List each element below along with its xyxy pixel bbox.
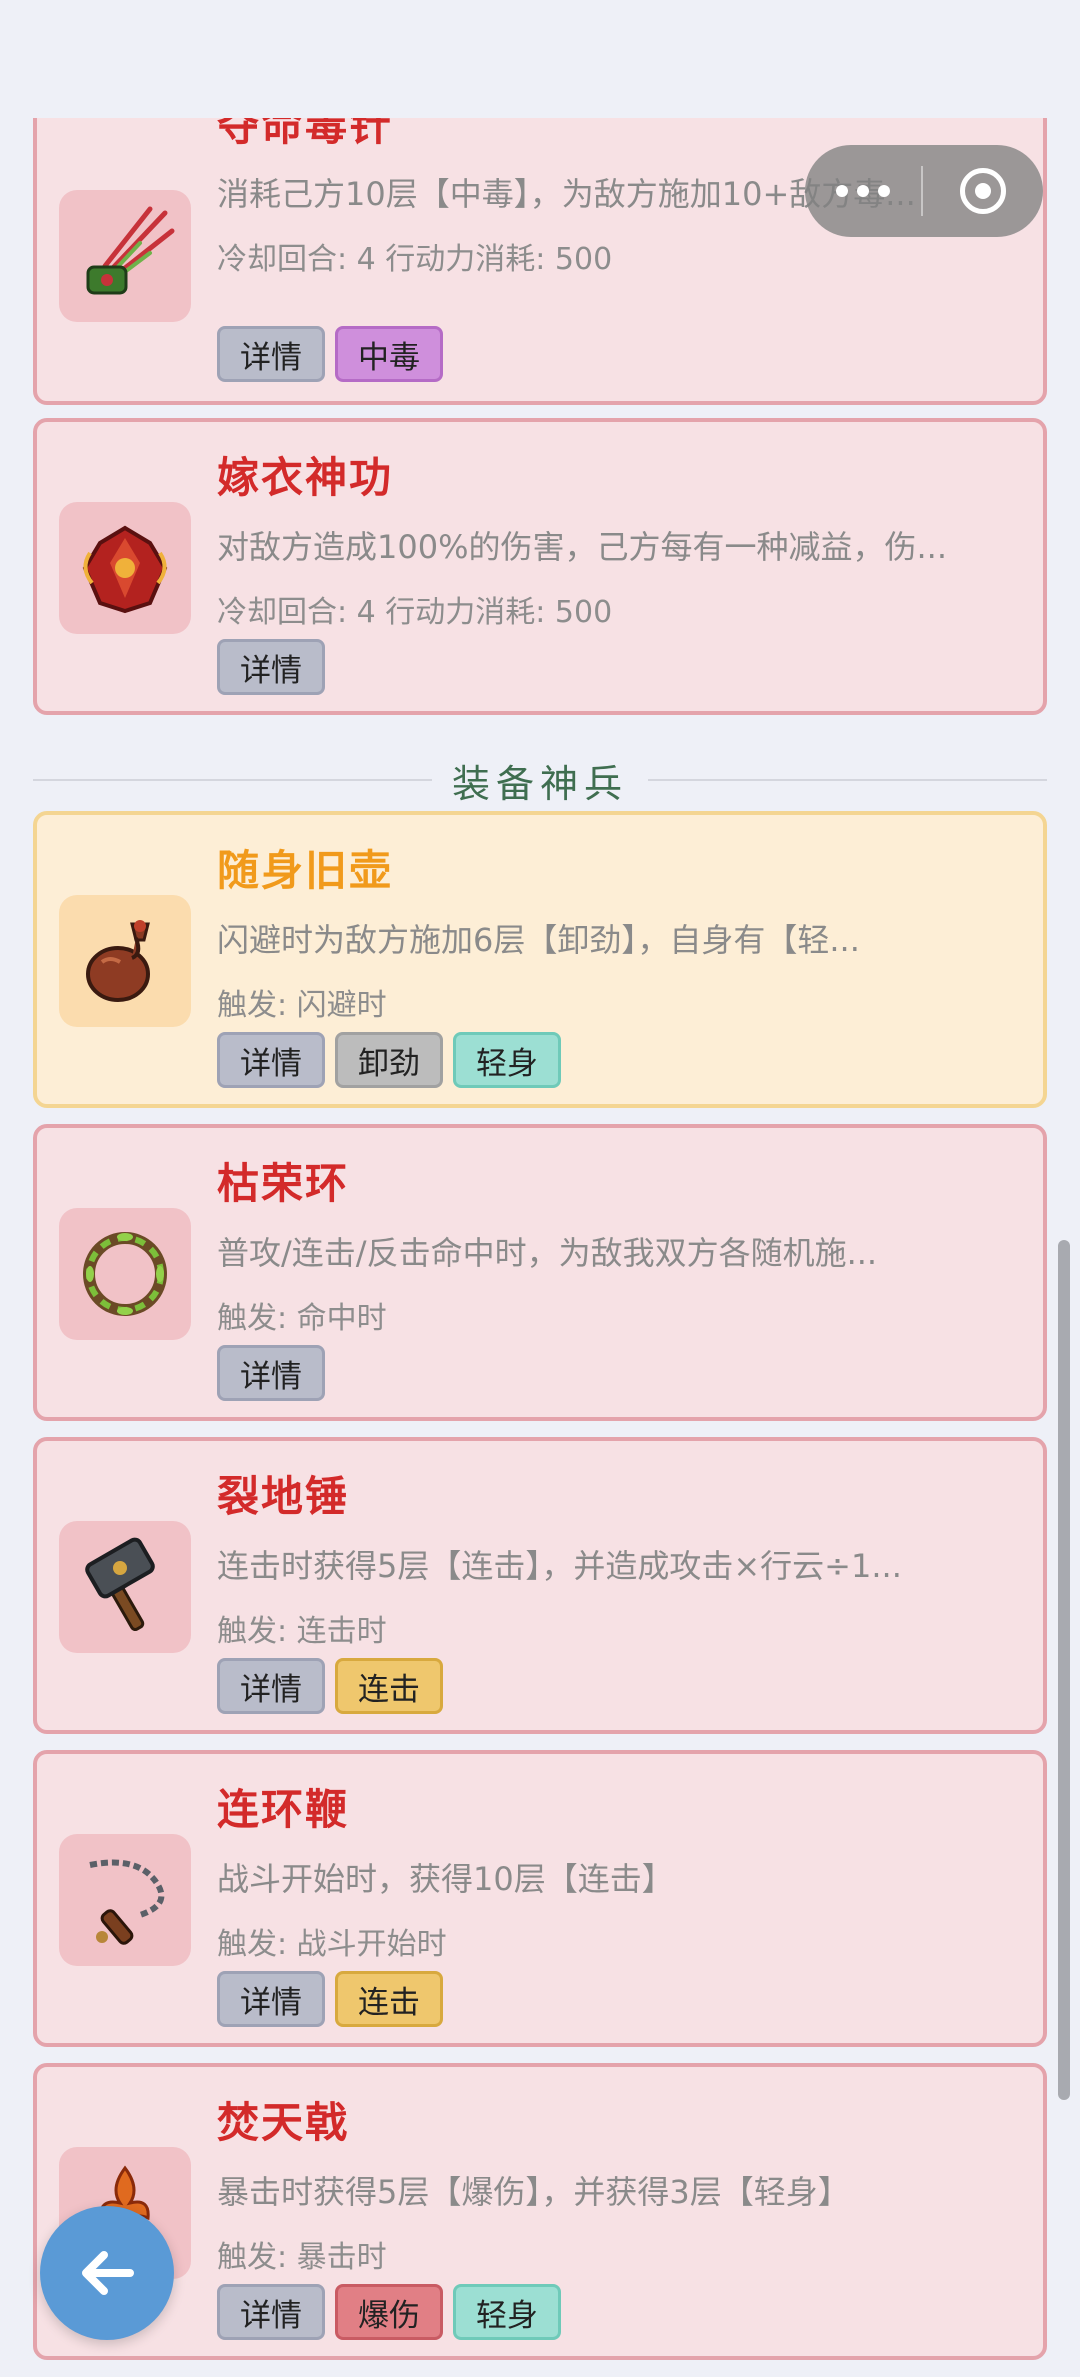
tag-list: 详情 [217,639,325,695]
tag-list: 详情 卸劲 轻身 [217,1032,561,1088]
detail-button[interactable]: 详情 [217,1971,325,2027]
card-title: 嫁衣神功 [217,453,394,502]
red-robe-icon [59,502,191,634]
arrow-left-icon [82,2251,134,2295]
skill-card[interactable]: 夺命毒针 消耗己方10层【中毒】，为敌方施加10+敌方毒... 冷却回合: 4 … [33,80,1047,405]
tag-list: 详情 爆伤 轻身 [217,2284,561,2340]
tag-disarm[interactable]: 卸劲 [335,1032,443,1088]
equipment-card[interactable]: 连环鞭 战斗开始时，获得10层【连击】 触发: 战斗开始时 详情 连击 [33,1750,1047,2047]
card-description: 连击时获得5层【连击】，并造成攻击×行云÷1... [217,1547,902,1585]
close-button[interactable] [923,168,1043,214]
tag-light-body[interactable]: 轻身 [453,2284,561,2340]
tag-list: 详情 [217,1345,325,1401]
scrollbar[interactable] [1058,1240,1070,2100]
card-description: 战斗开始时，获得10层【连击】 [217,1860,674,1898]
tag-combo[interactable]: 连击 [335,1971,443,2027]
detail-button[interactable]: 详情 [217,1658,325,1714]
card-title: 随身旧壶 [217,846,394,895]
wreath-ring-icon [59,1208,191,1340]
equipment-card[interactable]: 焚天戟 暴击时获得5层【爆伤】，并获得3层【轻身】 触发: 暴击时 详情 爆伤 … [33,2063,1047,2360]
card-title: 裂地锤 [217,1472,350,1521]
tag-crit-damage[interactable]: 爆伤 [335,2284,443,2340]
card-meta: 触发: 战斗开始时 [217,1927,447,1962]
tag-list: 详情 连击 [217,1971,443,2027]
detail-button[interactable]: 详情 [217,639,325,695]
page: 夺命毒针 消耗己方10层【中毒】，为敌方施加10+敌方毒... 冷却回合: 4 … [0,0,1080,2377]
card-title: 枯荣环 [217,1159,350,1208]
detail-button[interactable]: 详情 [217,1032,325,1088]
detail-button[interactable]: 详情 [217,2284,325,2340]
card-title: 焚天戟 [217,2098,350,2147]
divider-line [648,779,1048,781]
detail-button[interactable]: 详情 [217,1345,325,1401]
tag-list: 详情 连击 [217,1658,443,1714]
card-description: 闪避时为敌方施加6层【卸劲】，自身有【轻... [217,921,860,959]
section-title: 装备神兵 [452,761,629,806]
gourd-flask-icon [59,895,191,1027]
capsule-menu [805,145,1043,237]
card-title: 连环鞭 [217,1785,350,1834]
tag-poison[interactable]: 中毒 [335,326,443,382]
card-meta: 触发: 命中时 [217,1301,387,1336]
top-bar [0,0,1080,118]
card-description: 暴击时获得5层【爆伤】，并获得3层【轻身】 [217,2173,850,2211]
chain-whip-icon [59,1834,191,1966]
tag-light-body[interactable]: 轻身 [453,1032,561,1088]
tag-list: 详情 中毒 [217,326,443,382]
card-meta: 触发: 连击时 [217,1614,387,1649]
card-description: 普攻/连击/反击命中时，为敌我双方各随机施... [217,1234,878,1272]
skill-card[interactable]: 嫁衣神功 对敌方造成100%的伤害，己方每有一种减益，伤... 冷却回合: 4 … [33,418,1047,715]
hammer-icon [59,1521,191,1653]
equipment-card[interactable]: 随身旧壶 闪避时为敌方施加6层【卸劲】，自身有【轻... 触发: 闪避时 详情 … [33,811,1047,1108]
equipment-card[interactable]: 裂地锤 连击时获得5层【连击】，并造成攻击×行云÷1... 触发: 连击时 详情… [33,1437,1047,1734]
back-button[interactable] [40,2206,174,2340]
card-meta: 冷却回合: 4 行动力消耗: 500 [217,242,613,277]
card-meta: 触发: 暴击时 [217,2240,387,2275]
card-meta: 触发: 闪避时 [217,988,387,1023]
card-description: 对敌方造成100%的伤害，己方每有一种减益，伤... [217,528,948,566]
target-circle-icon [960,168,1006,214]
tag-combo[interactable]: 连击 [335,1658,443,1714]
poison-needles-icon [59,190,191,322]
equipment-card[interactable]: 枯荣环 普攻/连击/反击命中时，为敌我双方各随机施... 触发: 命中时 详情 [33,1124,1047,1421]
card-meta: 冷却回合: 4 行动力消耗: 500 [217,595,613,630]
section-header: 装备神兵 [33,755,1048,806]
divider-line [33,779,432,781]
detail-button[interactable]: 详情 [217,326,325,382]
more-dots-icon[interactable] [805,145,921,237]
